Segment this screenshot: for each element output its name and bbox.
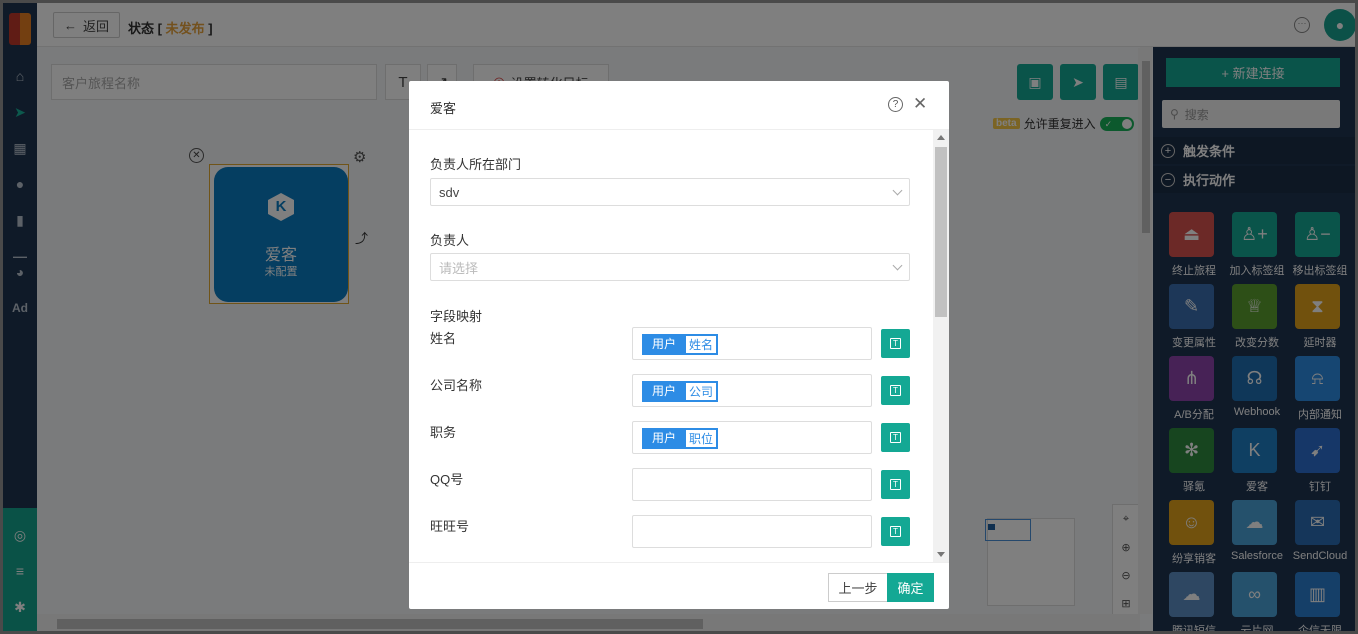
- insert-text-button[interactable]: T: [881, 470, 910, 499]
- text-icon: T: [890, 385, 901, 396]
- dialog-footer: 上一步 确定: [409, 562, 949, 609]
- chevron-down-icon: [892, 260, 903, 271]
- mapping-value-input[interactable]: 用户 公司: [632, 374, 872, 407]
- text-icon: T: [890, 432, 901, 443]
- mapping-value-input[interactable]: 用户 职位: [632, 421, 872, 454]
- insert-text-button[interactable]: T: [881, 517, 910, 546]
- scroll-down-icon[interactable]: [937, 552, 945, 557]
- confirm-button[interactable]: 确定: [887, 573, 934, 602]
- mapping-value-input[interactable]: 用户 姓名: [632, 327, 872, 360]
- help-icon[interactable]: ?: [888, 97, 903, 112]
- close-icon[interactable]: ✕: [913, 94, 927, 114]
- chevron-down-icon: [892, 185, 903, 196]
- mapping-field-label: QQ号: [430, 472, 464, 487]
- dialog-header: 爱客 ? ✕: [409, 81, 949, 130]
- insert-text-button[interactable]: T: [881, 423, 910, 452]
- insert-text-button[interactable]: T: [881, 329, 910, 358]
- mapping-value-input[interactable]: [632, 515, 872, 548]
- mapping-field-label: 公司名称: [430, 378, 483, 393]
- chip-source: 用户: [643, 429, 686, 448]
- chip-field: 姓名: [685, 335, 718, 354]
- mapping-chip[interactable]: 用户 职位: [642, 428, 719, 449]
- mapping-chip[interactable]: 用户 姓名: [642, 334, 719, 355]
- dialog-title: 爱客: [430, 101, 457, 116]
- dept-select[interactable]: sdv: [430, 178, 910, 206]
- mapping-label: 字段映射: [430, 309, 483, 324]
- chip-source: 用户: [643, 382, 686, 401]
- text-icon: T: [890, 526, 901, 537]
- app-window: ⌂ ➤ ▦ ● ▮ — ◕ Ad ◎ ≡ ✱ ← 返回 状态 [ 未发布 ] ·…: [0, 0, 1358, 634]
- text-icon: T: [890, 479, 901, 490]
- owner-label: 负责人: [430, 233, 470, 248]
- dept-value: sdv: [439, 184, 460, 200]
- mapping-field-label: 职务: [430, 425, 457, 440]
- scroll-up-icon[interactable]: [937, 135, 945, 140]
- mapping-field-label: 旺旺号: [430, 519, 470, 534]
- aike-config-dialog: 爱客 ? ✕ 负责人所在部门 sdv 负责人 请选择 字段映射 姓名 用户 姓名 T 公…: [409, 81, 949, 609]
- owner-select[interactable]: 请选择: [430, 253, 910, 281]
- owner-placeholder: 请选择: [439, 260, 479, 276]
- mapping-field-label: 姓名: [430, 331, 457, 346]
- mapping-value-input[interactable]: [632, 468, 872, 501]
- prev-step-button[interactable]: 上一步: [828, 573, 888, 602]
- text-icon: T: [890, 338, 901, 349]
- dialog-body: 负责人所在部门 sdv 负责人 请选择 字段映射 姓名 用户 姓名 T 公司名称 用户 公司…: [409, 130, 949, 562]
- chip-source: 用户: [643, 335, 686, 354]
- chip-field: 公司: [685, 382, 718, 401]
- dept-label: 负责人所在部门: [430, 157, 522, 172]
- mapping-chip[interactable]: 用户 公司: [642, 381, 719, 402]
- dialog-scrollbar[interactable]: [933, 130, 949, 562]
- chip-field: 职位: [685, 429, 718, 448]
- insert-text-button[interactable]: T: [881, 376, 910, 405]
